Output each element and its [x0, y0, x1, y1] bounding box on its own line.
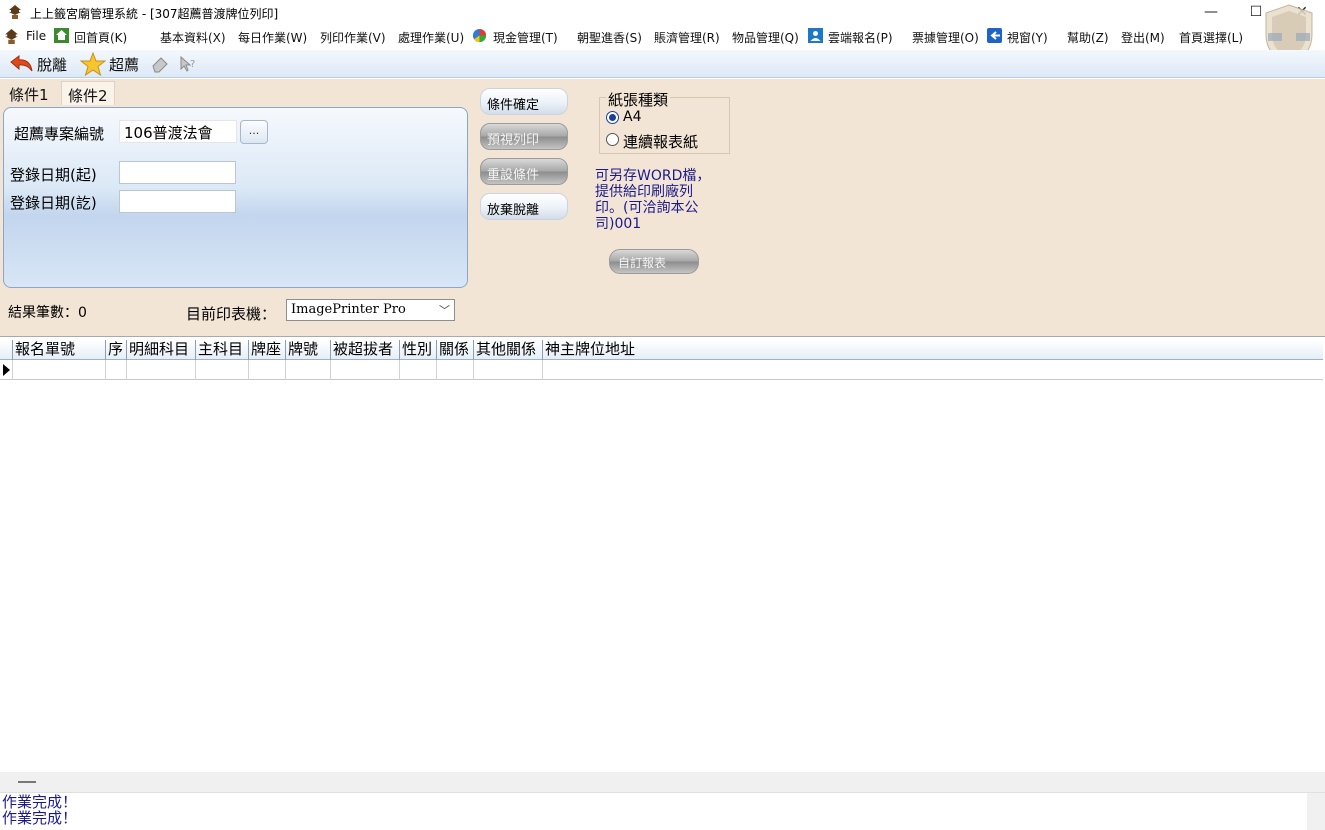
- paper-a4-radio[interactable]: [606, 111, 619, 124]
- menu-file[interactable]: File: [26, 29, 46, 43]
- minimize-button[interactable]: —: [1196, 2, 1226, 22]
- cell-divider: [473, 360, 474, 380]
- grid-header: 報名單號 序 明細科目 主科目 牌座 牌號 被超拔者 性別 關係 其他關係 神主…: [0, 340, 1323, 360]
- menu-cash[interactable]: 現金管理(T): [493, 29, 558, 46]
- temple-icon: [5, 29, 18, 44]
- date-to-label: 登錄日期(訖): [10, 194, 97, 212]
- column-header[interactable]: 關係: [436, 340, 473, 360]
- menu-tickets[interactable]: 票據管理(O): [912, 29, 979, 46]
- tab-condition-2[interactable]: 條件2: [61, 81, 115, 105]
- cell-divider: [542, 360, 543, 380]
- chaojian-label: 超薦: [109, 55, 140, 74]
- back-arrow-icon: [10, 55, 33, 72]
- condition-group: 超薦專案編號 106普渡法會 ... 登錄日期(起) 登錄日期(訖): [3, 107, 468, 288]
- column-header[interactable]: 被超拔者: [330, 340, 399, 360]
- menu-bar: File 回首頁(K) 基本資料(X) 每日作業(W) 列印作業(V) 處理作業…: [0, 26, 1325, 48]
- project-number-field[interactable]: 106普渡法會: [119, 120, 237, 143]
- star-icon: [80, 52, 106, 76]
- menu-homepage-select[interactable]: 首頁選擇(L): [1179, 29, 1243, 46]
- table-row[interactable]: [0, 360, 1323, 380]
- paper-a4-label: A4: [623, 109, 642, 125]
- help-pointer-button[interactable]: ?: [178, 53, 198, 75]
- printer-value: ImagePrinter Pro: [291, 302, 406, 317]
- paper-type-group: 紙張種類 A4 連續報表紙: [599, 89, 730, 154]
- cell-divider: [195, 360, 196, 380]
- paper-continuous-label: 連續報表紙: [623, 133, 699, 151]
- cell-divider: [12, 360, 13, 380]
- eraser-button[interactable]: [150, 53, 170, 75]
- word-export-note: 可另存WORD檔，提供給印刷廠列印。(可洽詢本公司)001: [595, 168, 711, 232]
- status-scrollbar[interactable]: [1307, 793, 1325, 830]
- user-card-icon: [808, 28, 823, 43]
- condition-panel: 條件1 條件2 超薦專案編號 106普渡法會 ... 登錄日期(起) 登錄日期(…: [0, 79, 1325, 337]
- row-indicator-icon: [3, 364, 10, 376]
- column-header[interactable]: 神主牌位地址: [542, 340, 842, 360]
- temple-icon: [9, 5, 21, 19]
- cell-divider: [399, 360, 400, 380]
- svg-text:?: ?: [190, 59, 195, 70]
- toolbar: 脫離 超薦 ?: [0, 50, 1325, 78]
- column-header[interactable]: 主科目: [195, 340, 248, 360]
- project-lookup-button[interactable]: ...: [240, 120, 268, 144]
- reset-conditions-button[interactable]: 重設條件: [480, 158, 568, 185]
- title-bar: 上上籤宮廟管理系統 - [307超薦普渡牌位列印] — ☐ ✕: [0, 0, 1325, 24]
- menu-window[interactable]: 視窗(Y): [1007, 29, 1048, 46]
- help-pointer-icon: ?: [180, 55, 195, 72]
- column-header[interactable]: 其他關係: [473, 340, 542, 360]
- menu-process-work[interactable]: 處理作業(U): [398, 29, 464, 46]
- paper-continuous-radio[interactable]: [606, 133, 619, 146]
- pie-chart-icon: [472, 28, 487, 43]
- menu-logout[interactable]: 登出(M): [1121, 29, 1165, 46]
- exit-button[interactable]: 脫離: [8, 53, 67, 75]
- menu-goods[interactable]: 物品管理(Q): [732, 29, 799, 46]
- paper-type-legend: 紙張種類: [606, 89, 671, 110]
- cell-divider: [330, 360, 331, 380]
- print-preview-button[interactable]: 預視列印: [480, 123, 568, 150]
- result-grid[interactable]: 報名單號 序 明細科目 主科目 牌座 牌號 被超拔者 性別 關係 其他關係 神主…: [0, 338, 1325, 775]
- status-line: 作業完成！: [2, 809, 78, 827]
- cell-divider: [285, 360, 286, 380]
- column-header[interactable]: 報名單號: [12, 340, 105, 360]
- date-from-field[interactable]: [119, 161, 236, 184]
- status-line: 作業完成！: [2, 793, 78, 811]
- column-header[interactable]: 性別: [399, 340, 436, 360]
- chaojian-button[interactable]: 超薦: [80, 52, 140, 76]
- column-header[interactable]: 牌座: [248, 340, 285, 360]
- printer-select[interactable]: ImagePrinter Pro ﹀: [286, 299, 455, 321]
- column-header[interactable]: 序: [105, 340, 126, 360]
- exit-label: 脫離: [37, 55, 68, 74]
- column-header[interactable]: 牌號: [285, 340, 330, 360]
- scroll-thumb[interactable]: [18, 781, 36, 783]
- cell-divider: [105, 360, 106, 380]
- cell-divider: [248, 360, 249, 380]
- confirm-conditions-button[interactable]: 條件確定: [480, 88, 568, 115]
- cell-divider: [126, 360, 127, 380]
- tab-condition-1[interactable]: 條件1: [3, 81, 55, 105]
- cancel-exit-button[interactable]: 放棄脫離: [480, 193, 568, 220]
- status-log: 作業完成！ 作業完成！: [0, 792, 1325, 830]
- menu-basic-data[interactable]: 基本資料(X): [160, 29, 226, 46]
- menu-cloud-signup[interactable]: 雲端報名(P): [828, 29, 893, 46]
- date-to-field[interactable]: [119, 190, 236, 213]
- cell-divider: [436, 360, 437, 380]
- eraser-icon: [152, 57, 168, 73]
- column-header[interactable]: 明細科目: [126, 340, 195, 360]
- custom-report-button[interactable]: 自訂報表: [609, 249, 699, 274]
- home-icon: [54, 28, 69, 43]
- project-number-label: 超薦專案編號: [14, 125, 105, 143]
- menu-daily-work[interactable]: 每日作業(W): [238, 29, 307, 46]
- window-switch-icon: [987, 28, 1002, 43]
- menu-print-work[interactable]: 列印作業(V): [320, 29, 386, 46]
- printer-label: 目前印表機：: [186, 305, 277, 323]
- date-from-label: 登錄日期(起): [10, 166, 97, 184]
- menu-help[interactable]: 幫助(Z): [1067, 29, 1109, 46]
- menu-home[interactable]: 回首頁(K): [74, 29, 127, 46]
- window-title: 上上籤宮廟管理系統 - [307超薦普渡牌位列印]: [30, 7, 279, 21]
- menu-pilgrimage[interactable]: 朝聖進香(S): [577, 29, 642, 46]
- result-count: 結果筆數：0: [8, 305, 87, 321]
- chevron-down-icon: ﹀: [439, 304, 450, 317]
- horizontal-scrollbar[interactable]: [0, 772, 1325, 792]
- menu-accounts[interactable]: 賬濟管理(R): [654, 29, 720, 46]
